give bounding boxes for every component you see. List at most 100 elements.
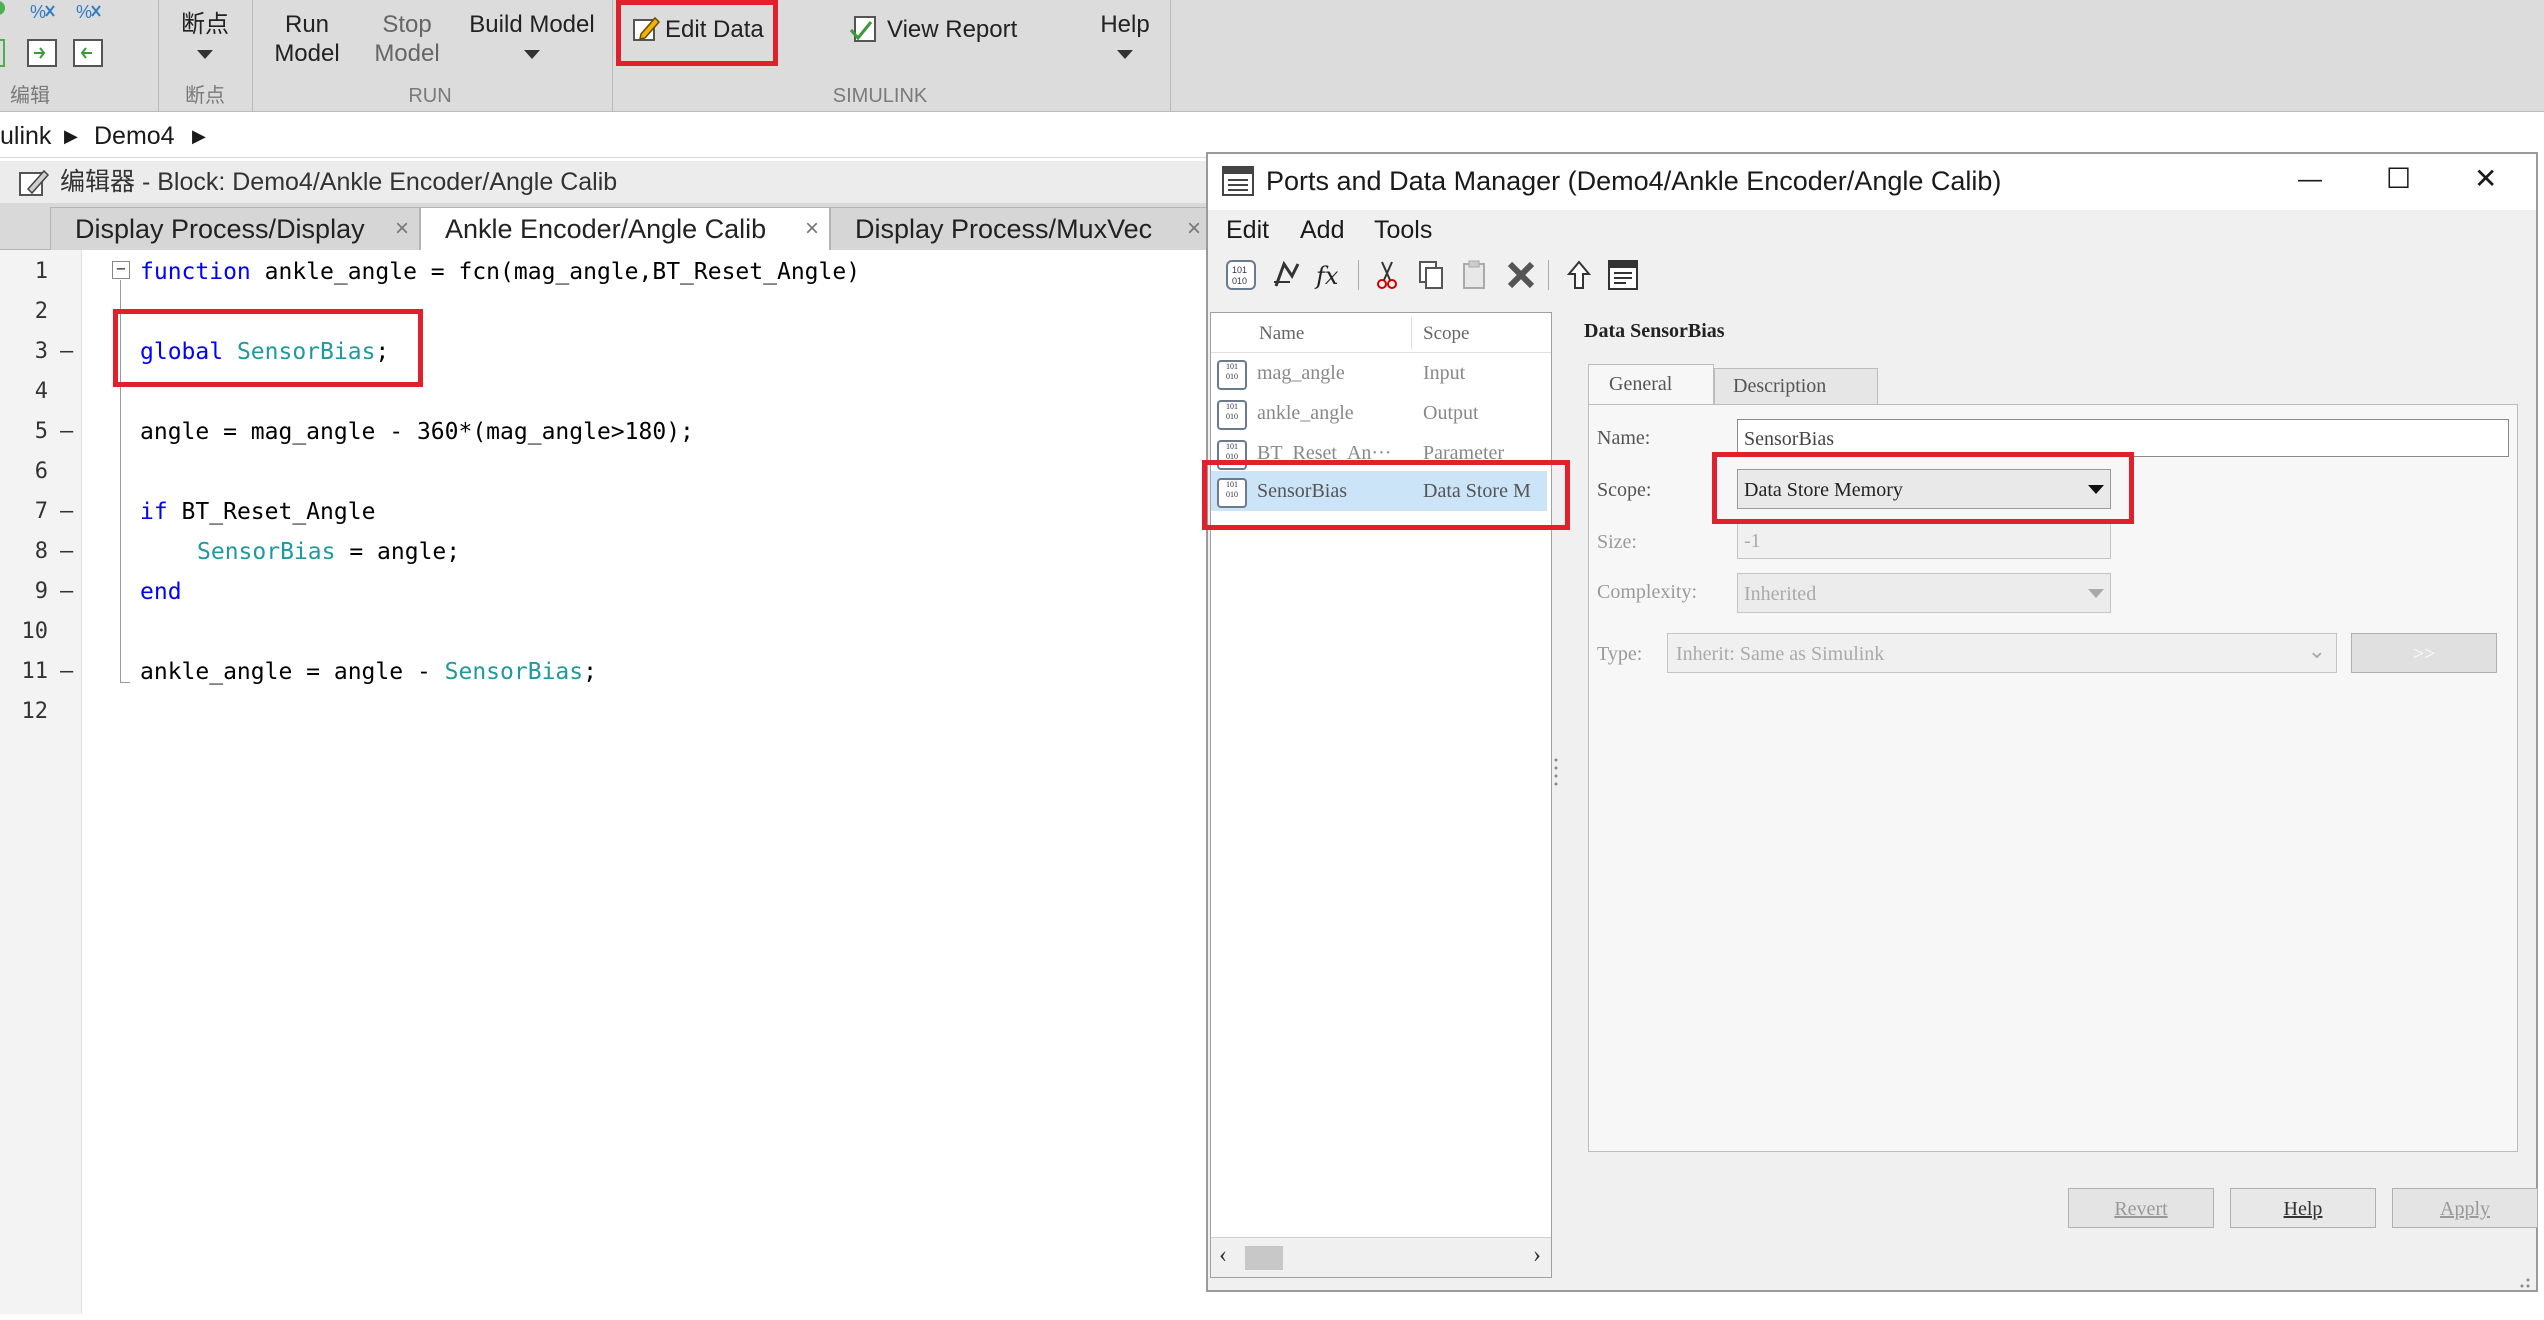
tab-label: Display Process/MuxVec — [855, 214, 1153, 244]
add-event-icon[interactable] — [1270, 258, 1304, 292]
section-label-run: RUN — [408, 85, 452, 107]
cut-icon[interactable] — [1370, 258, 1404, 292]
dialog-title: Ports and Data Manager (Demo4/Ankle Enco… — [1266, 166, 2002, 196]
svg-text:%: % — [30, 2, 46, 22]
breakpoint-marker[interactable]: – — [60, 412, 73, 452]
line-number: 8 — [34, 539, 48, 564]
breakpoints-button[interactable]: 断点 — [170, 6, 240, 66]
tab-ankle-encoder-angle-calib[interactable]: Ankle Encoder/Angle Calib × — [420, 207, 830, 251]
tab-general[interactable]: General — [1588, 364, 1714, 404]
toggle-comment-icon[interactable] — [0, 0, 14, 22]
go-to-parent-icon[interactable] — [1562, 258, 1596, 292]
list-item[interactable]: 101 010 mag_angle Input — [1211, 353, 1547, 393]
size-field[interactable]: -1 — [1737, 521, 2111, 559]
close-icon[interactable]: ✕ — [2474, 162, 2497, 195]
tab-general-label: General — [1609, 373, 1673, 395]
minimize-icon[interactable]: — — [2298, 166, 2322, 194]
indent-icon[interactable] — [26, 38, 60, 68]
list-item-scope: Input — [1423, 362, 1466, 384]
complexity-value: Inherited — [1744, 583, 1817, 605]
close-icon[interactable]: × — [805, 208, 819, 250]
scroll-right-icon[interactable]: › — [1533, 1242, 1541, 1269]
section-label-simulink: SIMULINK — [832, 85, 928, 107]
outdent-icon[interactable] — [72, 38, 106, 68]
column-header-scope[interactable]: Scope — [1423, 323, 1469, 345]
tab-display-process-muxvec[interactable]: Display Process/MuxVec × — [830, 207, 1212, 250]
close-icon[interactable]: × — [1187, 208, 1201, 250]
column-divider — [1411, 317, 1412, 349]
breadcrumb-model[interactable]: Demo4 — [94, 114, 175, 158]
build-model-button[interactable]: Build Model — [462, 6, 602, 68]
keyword: end — [140, 579, 182, 605]
help-button[interactable]: Help — [1080, 6, 1170, 68]
chevron-down-icon: ⌄ — [2307, 638, 2326, 663]
data-icon: 101 010 — [1217, 360, 1247, 390]
tab-description[interactable]: Description — [1714, 368, 1878, 404]
scrollbar-thumb[interactable] — [1245, 1246, 1283, 1270]
tab-label: Display Process/Display — [75, 214, 365, 244]
line-number: 10 — [21, 619, 49, 644]
global-variable: SensorBias — [197, 539, 336, 565]
add-data-icon[interactable]: 101 010 — [1224, 258, 1258, 292]
svg-text:%: % — [76, 2, 92, 22]
separator — [158, 0, 159, 112]
column-header-name[interactable]: Name — [1259, 323, 1304, 345]
section-label-edit: 编辑 — [10, 85, 50, 107]
breadcrumb-root[interactable]: ulink — [0, 114, 51, 158]
run-model-button[interactable]: Run Model — [262, 6, 352, 68]
copy-icon[interactable] — [1414, 258, 1448, 292]
stop-model-button[interactable]: Stop Model — [362, 6, 452, 68]
fold-toggle-icon[interactable]: − — [112, 261, 130, 279]
model-explorer-icon[interactable] — [1606, 258, 1640, 292]
menu-edit[interactable]: Edit — [1226, 210, 1269, 250]
chevron-right-icon: ▶ — [192, 126, 206, 146]
breakpoint-marker[interactable]: – — [60, 652, 73, 692]
add-function-icon[interactable]: fx — [1314, 258, 1348, 292]
name-value: SensorBias — [1744, 428, 1834, 450]
code-line-11: ankle_angle = angle - SensorBias; — [140, 652, 597, 692]
list-item[interactable]: 101 010 ankle_angle Output — [1211, 393, 1547, 433]
code-area[interactable]: − function ankle_angle = fcn(mag_angle,B… — [83, 250, 1212, 1314]
maximize-icon[interactable]: ☐ — [2386, 162, 2411, 195]
svg-text:101: 101 — [1232, 265, 1247, 275]
breakpoint-marker[interactable]: – — [60, 332, 73, 372]
view-report-button[interactable]: View Report — [845, 8, 1025, 50]
edit-section: % % — [0, 0, 150, 80]
horizontal-scrollbar[interactable]: ‹ › — [1211, 1237, 1551, 1277]
scroll-left-icon[interactable]: ‹ — [1219, 1242, 1227, 1269]
menu-add[interactable]: Add — [1300, 210, 1344, 250]
sensorbias-row-highlight — [1202, 460, 1570, 530]
editor-title-bar: 编辑器 - Block: Demo4/Ankle Encoder/Angle C… — [0, 161, 1212, 203]
resize-grip-icon[interactable] — [2512, 1270, 2532, 1290]
type-assistant-button[interactable]: >> — [2351, 633, 2497, 673]
breakpoint-marker[interactable]: – — [60, 572, 73, 612]
svg-text:010: 010 — [1232, 276, 1247, 286]
close-icon[interactable]: × — [395, 208, 409, 250]
breakpoint-marker[interactable]: – — [60, 492, 73, 532]
comment-icon[interactable]: % — [28, 0, 58, 24]
complexity-dropdown[interactable]: Inherited — [1737, 573, 2111, 613]
paste-icon[interactable] — [1458, 258, 1492, 292]
delete-icon[interactable] — [1504, 258, 1538, 292]
menu-tools[interactable]: Tools — [1374, 210, 1432, 250]
edit-data-highlight — [616, 0, 778, 66]
list-item-name: mag_angle — [1257, 362, 1345, 384]
scope-dropdown-highlight — [1712, 452, 2134, 524]
revert-button[interactable]: Revert — [2068, 1188, 2214, 1228]
code-line-1: function ankle_angle = fcn(mag_angle,BT_… — [140, 252, 860, 292]
code-line-9: end — [140, 572, 182, 612]
tab-display-process-display[interactable]: Display Process/Display × — [50, 207, 420, 250]
chevron-down-icon — [2088, 589, 2104, 598]
uncomment-icon[interactable]: % — [74, 0, 104, 24]
revert-label: Revert — [2114, 1198, 2168, 1220]
chevron-down-icon — [1117, 50, 1133, 59]
apply-button[interactable]: Apply — [2392, 1188, 2538, 1228]
bracket-icon[interactable] — [0, 38, 10, 68]
type-dropdown[interactable]: Inherit: Same as Simulink ⌄ — [1667, 633, 2337, 673]
help-button[interactable]: Help — [2230, 1188, 2376, 1228]
splitter-handle[interactable] — [1552, 754, 1560, 794]
code-text: BT_Reset_Angle — [167, 499, 376, 525]
line-number-gutter: 1 2 3 4 5 6 7 8 9 10 11 12 – – – – – – — [0, 250, 82, 1314]
breakpoint-marker[interactable]: – — [60, 532, 73, 572]
keyword: if — [140, 499, 168, 525]
